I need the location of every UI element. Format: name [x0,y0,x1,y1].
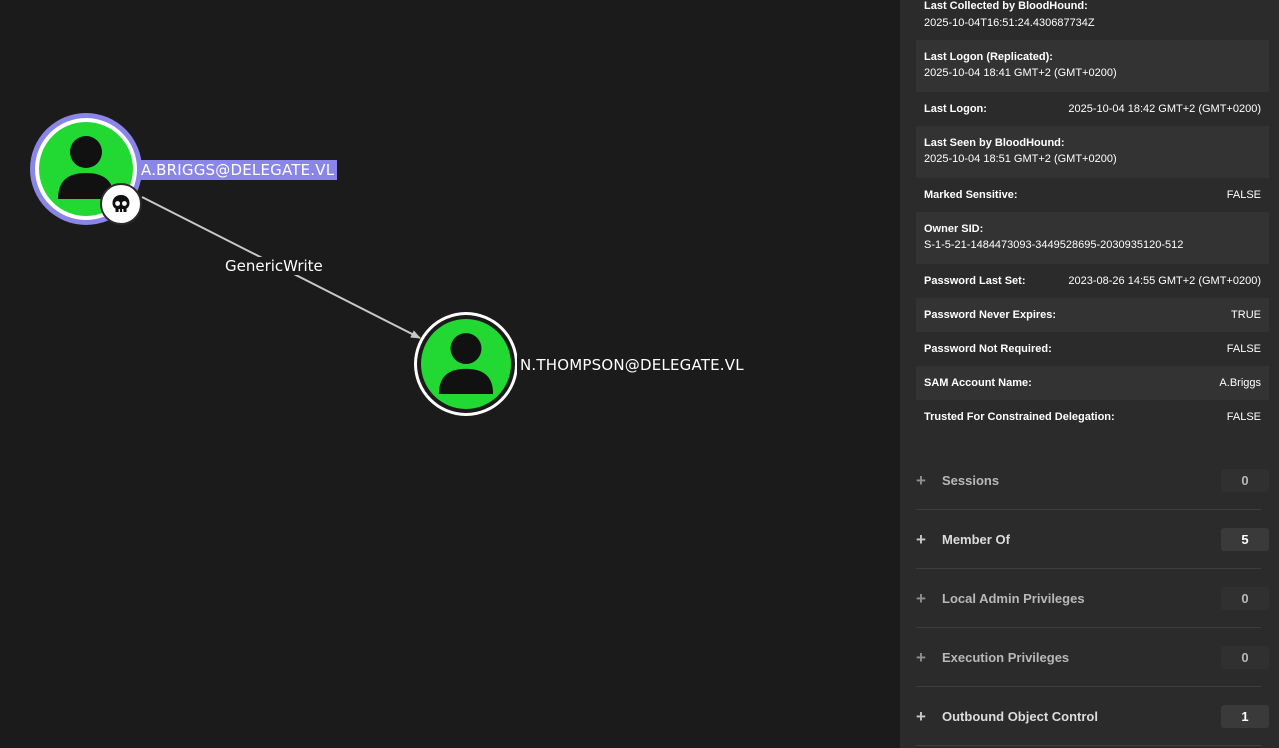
prop-key: SAM Account Name: [924,377,1032,389]
prop-key: Trusted For Constrained Delegation: [924,411,1115,423]
prop-value: 2025-10-04 18:41 GMT+2 (GMT+0200) [924,67,1117,79]
prop-value: 2025-10-04 18:42 GMT+2 (GMT+0200) [1068,103,1261,115]
prop-password-last-set: Password Last Set: 2023-08-26 14:55 GMT+… [916,264,1269,298]
prop-last-logon: Last Logon: 2025-10-04 18:42 GMT+2 (GMT+… [916,92,1269,126]
prop-marked-sensitive: Marked Sensitive: FALSE [916,178,1269,212]
node-label-abriggs[interactable]: A.BRIGGS@DELEGATE.VL [138,160,338,180]
expand-plus-icon[interactable]: + [916,472,926,489]
prop-key: Password Never Expires: [924,309,1057,321]
prop-last-logon-replicated: Last Logon (Replicated): 2025-10-04 18:4… [916,40,1269,92]
node-label-nthompson[interactable]: N.THOMPSON@DELEGATE.VL [517,355,747,375]
prop-key: Last Seen by BloodHound: [924,137,1065,149]
section-count-badge: 0 [1221,469,1269,492]
section-label[interactable]: Local Admin Privileges [942,591,1221,606]
prop-value: FALSE [1226,189,1261,201]
section-label[interactable]: Execution Privileges [942,650,1221,665]
entity-properties-panel[interactable]: Last Collected by BloodHound: 2025-10-04… [900,0,1279,748]
bloodhound-window: A.BRIGGS@DELEGATE.VL GenericWrite N.THOM… [0,0,1279,748]
graph-canvas[interactable]: A.BRIGGS@DELEGATE.VL GenericWrite N.THOM… [0,0,900,748]
section-outbound-object-control[interactable]: + Outbound Object Control 1 [916,687,1269,746]
section-count-badge: 0 [1221,646,1269,669]
prop-value: A.Briggs [1219,377,1261,389]
section-count-badge: 5 [1221,528,1269,551]
section-count-badge: 0 [1221,587,1269,610]
section-sessions[interactable]: + Sessions 0 [916,451,1269,510]
section-label[interactable]: Member Of [942,532,1221,547]
prop-sam-account-name: SAM Account Name: A.Briggs [916,366,1269,400]
expand-plus-icon[interactable]: + [916,708,926,725]
section-label[interactable]: Sessions [942,473,1221,488]
divider [916,745,1261,746]
section-execution-privileges[interactable]: + Execution Privileges 0 [916,628,1269,687]
prop-value: 2023-08-26 14:55 GMT+2 (GMT+0200) [1068,275,1261,287]
prop-value: FALSE [1226,343,1261,355]
prop-value: FALSE [1226,411,1261,423]
prop-last-collected: Last Collected by BloodHound: 2025-10-04… [916,0,1269,34]
expand-plus-icon[interactable]: + [916,590,926,607]
prop-last-seen: Last Seen by BloodHound: 2025-10-04 18:5… [916,126,1269,178]
section-local-admin-privileges[interactable]: + Local Admin Privileges 0 [916,569,1269,628]
prop-value: 2025-10-04 18:51 GMT+2 (GMT+0200) [924,153,1117,165]
node-nthompson[interactable] [414,312,518,416]
expand-plus-icon[interactable]: + [916,649,926,666]
skull-icon [100,183,142,225]
section-count-badge: 1 [1221,705,1269,728]
prop-value: TRUE [1231,309,1261,321]
expand-plus-icon[interactable]: + [916,531,926,548]
prop-key: Password Not Required: [924,343,1052,355]
prop-key: Last Logon (Replicated): [924,51,1053,63]
prop-password-never-expires: Password Never Expires: TRUE [916,298,1269,332]
prop-key: Owner SID: [924,223,984,235]
section-member-of[interactable]: + Member Of 5 [916,510,1269,569]
prop-value: S-1-5-21-1484473093-3449528695-203093512… [924,239,1184,251]
prop-key: Last Collected by BloodHound: [924,0,1088,12]
user-icon [438,333,494,394]
prop-key: Password Last Set: [924,275,1026,287]
prop-password-not-required: Password Not Required: FALSE [916,332,1269,366]
edge-label-genericwrite[interactable]: GenericWrite [222,257,326,275]
prop-trusted-constrained-delegation: Trusted For Constrained Delegation: FALS… [916,400,1269,434]
prop-key: Last Logon: [924,103,987,115]
prop-owner-sid: Owner SID: S-1-5-21-1484473093-344952869… [916,212,1269,264]
prop-key: Marked Sensitive: [924,189,1018,201]
section-label[interactable]: Outbound Object Control [942,709,1221,724]
prop-value: 2025-10-04T16:51:24.430687734Z [924,17,1095,29]
